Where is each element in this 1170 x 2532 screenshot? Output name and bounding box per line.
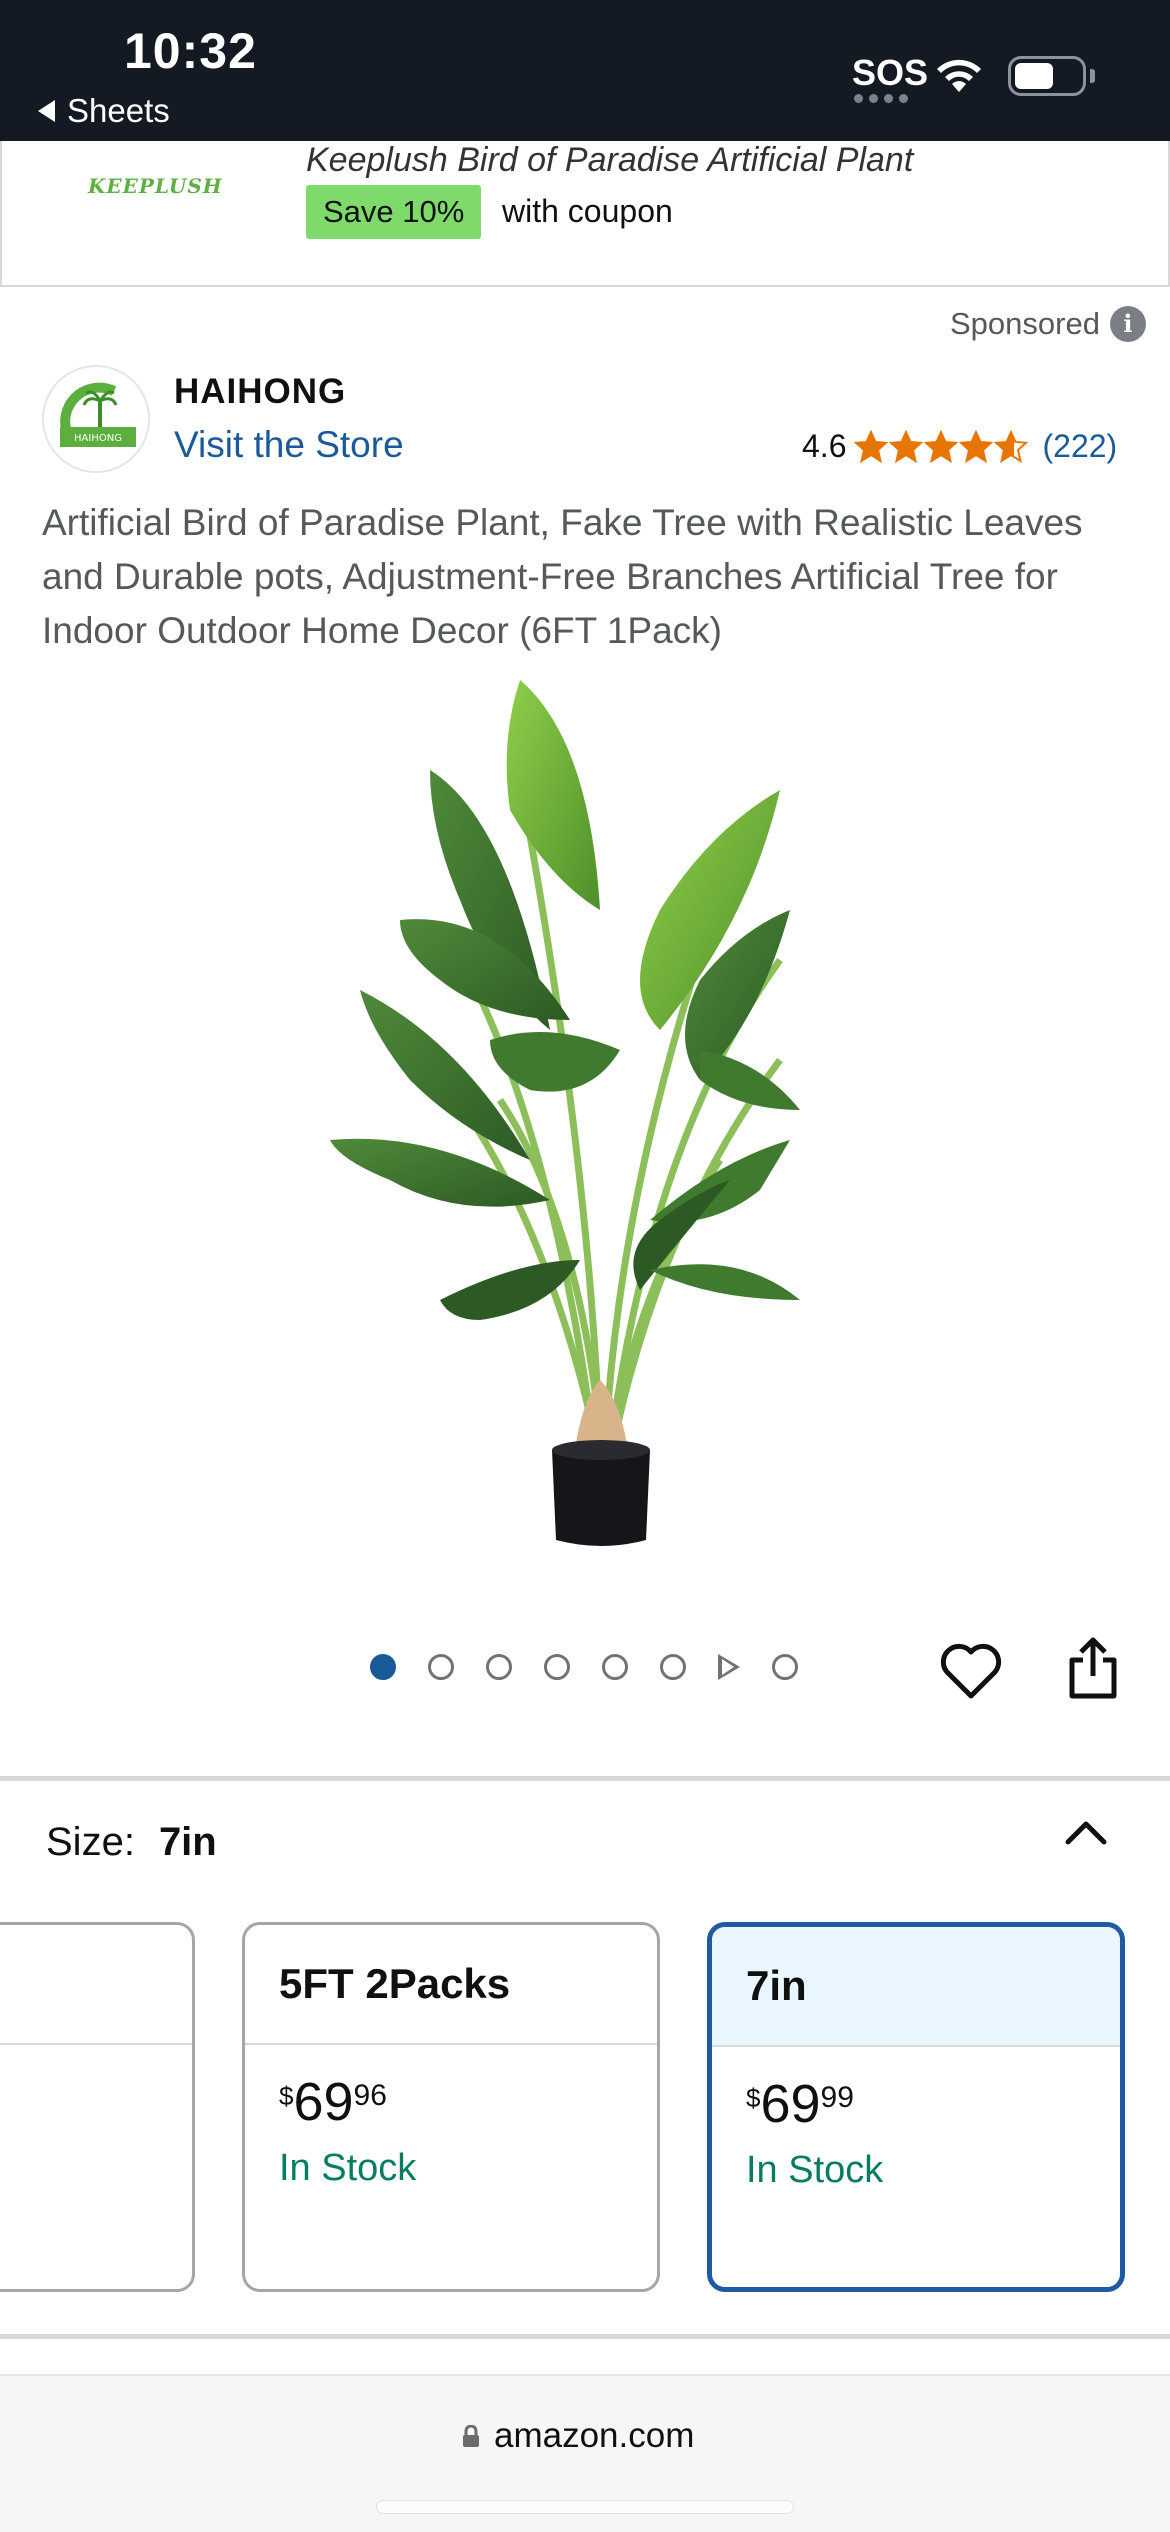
- size-selected-value: 7in: [158, 1820, 217, 1864]
- section-divider: [0, 2334, 1170, 2339]
- info-icon[interactable]: i: [1109, 306, 1146, 342]
- carousel-dot[interactable]: [370, 1654, 396, 1680]
- haihong-logo-icon: HAIHONG: [44, 367, 148, 471]
- sponsored-label[interactable]: Sponsored i: [950, 306, 1146, 342]
- back-triangle-icon: [38, 100, 55, 122]
- signal-dots-icon: [854, 94, 908, 103]
- url-text: amazon.com: [494, 2416, 695, 2455]
- keeplush-logo: KEEPLUSH: [88, 174, 223, 198]
- size-option-5ft-2packs[interactable]: 5FT 2Packs $69 96 In Stock: [242, 1922, 660, 2292]
- sponsored-banner[interactable]: KEEPLUSH Keeplush Bird of Paradise Artif…: [0, 141, 1170, 287]
- battery-cap: [1090, 69, 1095, 83]
- size-option-price: $69 96: [279, 2072, 387, 2132]
- coupon-text: with coupon: [502, 193, 673, 229]
- sos-indicator: SOS: [852, 52, 929, 93]
- carousel-dot[interactable]: [544, 1654, 570, 1680]
- banner-product-title[interactable]: Keeplush Bird of Paradise Artificial Pla…: [306, 141, 913, 180]
- size-label-row: Size: 7in: [46, 1820, 217, 1865]
- haihong-logo-text: HAIHONG: [74, 433, 122, 444]
- product-image[interactable]: [320, 660, 860, 1560]
- carousel-dot[interactable]: [660, 1654, 686, 1680]
- star-icon: [959, 429, 994, 463]
- visit-store-link[interactable]: Visit the Store: [174, 424, 404, 466]
- brand-name: HAIHONG: [174, 372, 347, 411]
- size-option-stock: In Stock: [279, 2147, 417, 2189]
- back-to-app-button[interactable]: Sheets: [38, 92, 170, 130]
- size-option-name: 7in: [712, 1927, 1120, 2047]
- carousel-dot[interactable]: [772, 1654, 798, 1680]
- store-logo[interactable]: HAIHONG: [42, 365, 150, 473]
- home-indicator: [376, 2500, 794, 2514]
- section-divider: [0, 1776, 1170, 1781]
- heart-icon[interactable]: [940, 1642, 1002, 1700]
- back-app-label: Sheets: [67, 92, 170, 129]
- star-icon: [924, 429, 959, 463]
- size-option-name: 5FT 2Packs: [245, 1925, 657, 2045]
- size-option-partial[interactable]: [0, 1922, 195, 2292]
- video-play-icon[interactable]: [718, 1654, 740, 1680]
- status-bar: 10:32 Sheets SOS: [0, 0, 1170, 141]
- star-icon: [994, 429, 1029, 463]
- status-time: 10:32: [124, 23, 257, 79]
- wifi-icon: [937, 59, 981, 92]
- size-option-stock: In Stock: [746, 2149, 884, 2191]
- star-icon: [854, 429, 889, 463]
- carousel-dot[interactable]: [602, 1654, 628, 1680]
- star-rating: [854, 429, 1029, 464]
- share-icon[interactable]: [1066, 1636, 1120, 1700]
- rating-count-link[interactable]: (222): [1042, 428, 1117, 465]
- carousel-dot[interactable]: [486, 1654, 512, 1680]
- size-option-price: $69 99: [746, 2074, 854, 2134]
- star-icon: [889, 429, 924, 463]
- product-title: Artificial Bird of Paradise Plant, Fake …: [42, 502, 1083, 651]
- browser-url-bar[interactable]: amazon.com: [0, 2374, 1170, 2532]
- rating-value: 4.6: [802, 428, 847, 464]
- carousel-dot[interactable]: [428, 1654, 454, 1680]
- lock-icon: [463, 2425, 479, 2447]
- battery-icon: [1008, 56, 1086, 96]
- image-carousel-dots[interactable]: [370, 1654, 798, 1680]
- save-coupon-badge: Save 10%: [306, 185, 482, 239]
- chevron-up-icon[interactable]: [1062, 1818, 1110, 1848]
- url-display[interactable]: amazon.com: [462, 2416, 694, 2456]
- size-option-7in[interactable]: 7in $69 99 In Stock: [707, 1922, 1125, 2292]
- rating-summary[interactable]: 4.6 (222): [802, 428, 1117, 465]
- size-label: Size:: [46, 1820, 135, 1864]
